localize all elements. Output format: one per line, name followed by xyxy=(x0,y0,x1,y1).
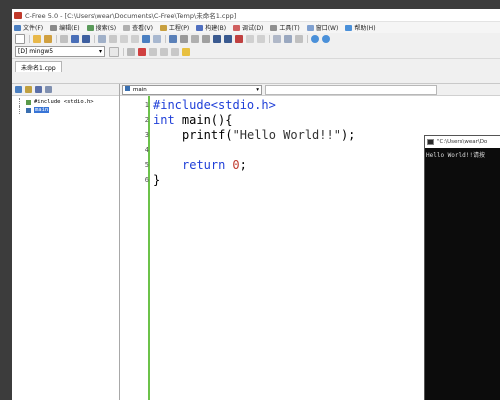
paste-icon[interactable] xyxy=(120,35,128,43)
compiler-options-icon[interactable] xyxy=(109,46,119,57)
build-icon[interactable] xyxy=(160,47,168,56)
open-folder-icon[interactable] xyxy=(33,35,41,43)
find-next-icon[interactable] xyxy=(180,35,188,43)
class-view-icon[interactable] xyxy=(35,86,42,93)
code-line: 4 xyxy=(144,145,149,154)
cut-icon[interactable] xyxy=(60,35,68,43)
console-window[interactable]: "C:\Users\wear\Do Hello World!!请按 xyxy=(424,135,500,400)
stop-icon[interactable] xyxy=(138,47,146,56)
toolbar-divider xyxy=(165,35,166,43)
console-title-bar[interactable]: "C:\Users\wear\Do xyxy=(425,136,500,148)
console-icon xyxy=(427,139,434,145)
menu-build[interactable]: 构建(B) xyxy=(196,23,226,32)
prev-bookmark-icon[interactable] xyxy=(246,35,254,43)
toolbar-divider xyxy=(56,35,57,43)
compile-icon[interactable] xyxy=(149,47,157,56)
bookmark-icon[interactable] xyxy=(224,35,232,43)
toolbar-divider xyxy=(123,47,124,56)
tab-file[interactable]: 未命名1.cpp xyxy=(15,61,62,72)
app-icon xyxy=(14,11,22,19)
search-menu-icon xyxy=(86,24,94,31)
code-line: 1 #include <stdio.h> xyxy=(144,97,276,112)
menu-file[interactable]: 文件(F) xyxy=(14,23,43,32)
delete-icon[interactable] xyxy=(131,35,139,43)
window-menu-icon xyxy=(306,24,314,31)
comment-icon[interactable] xyxy=(295,35,303,43)
menu-debug[interactable]: 调试(D) xyxy=(233,23,263,32)
code-line: 5 return 0; xyxy=(144,157,247,172)
view-menu-icon xyxy=(123,24,131,31)
open-recent-icon[interactable] xyxy=(44,35,52,43)
tools-menu-icon xyxy=(270,24,278,31)
menu-view[interactable]: 查看(V) xyxy=(123,23,153,32)
menu-bar: 文件(F) 编辑(E) 搜索(S) 查看(V) 工程(P) 构建(B) 调试(D… xyxy=(12,22,500,33)
file-tab-bar: 未命名1.cpp xyxy=(12,59,500,72)
function-icon xyxy=(26,107,31,113)
main-toolbar xyxy=(12,33,500,45)
find-icon[interactable] xyxy=(169,35,177,43)
menu-edit[interactable]: 编辑(E) xyxy=(50,23,80,32)
title-bar: C-Free 5.0 - [C:\Users\wear\Documents\C-… xyxy=(12,9,500,22)
code-line: 2 int main(){ xyxy=(144,112,233,127)
toggle-bookmark-icon[interactable] xyxy=(235,35,243,43)
function-icon xyxy=(125,86,130,91)
window-title: C-Free 5.0 - [C:\Users\wear\Documents\C-… xyxy=(25,12,237,20)
build-toolbar: [D] mingw5 ▾ xyxy=(12,45,500,59)
menu-window[interactable]: 窗口(W) xyxy=(306,23,338,32)
undo-icon[interactable] xyxy=(142,35,150,43)
run-icon[interactable] xyxy=(127,47,135,56)
tree-item-include[interactable]: #include <stdio.h> xyxy=(15,98,119,106)
function-select[interactable]: main ▾ xyxy=(122,84,262,95)
outdent-icon[interactable] xyxy=(284,35,292,43)
ide-window: C-Free 5.0 - [C:\Users\wear\Documents\C-… xyxy=(12,9,500,400)
menu-tools[interactable]: 工具(T) xyxy=(270,23,300,32)
sort-icon[interactable] xyxy=(15,86,22,93)
help-icon[interactable] xyxy=(311,35,319,43)
tree-item-main[interactable]: main xyxy=(15,106,119,114)
chevron-down-icon: ▾ xyxy=(256,86,259,93)
indent-icon[interactable] xyxy=(273,35,281,43)
save-icon[interactable] xyxy=(71,35,79,43)
rebuild-icon[interactable] xyxy=(171,47,179,56)
project-menu-icon xyxy=(159,24,167,31)
toolbar-divider xyxy=(269,35,270,43)
debug-icon[interactable] xyxy=(182,47,190,56)
menu-help[interactable]: 帮助(H) xyxy=(345,23,376,32)
compiler-select[interactable]: [D] mingw5 ▾ xyxy=(15,46,105,57)
symbol-tree: #include <stdio.h> main xyxy=(12,96,119,114)
tree-connector xyxy=(19,106,26,114)
about-icon[interactable] xyxy=(322,35,330,43)
menu-project[interactable]: 工程(P) xyxy=(159,23,189,32)
tree-connector xyxy=(19,98,26,106)
member-select[interactable] xyxy=(265,84,437,95)
code-line: 6 } xyxy=(144,172,161,187)
file-menu-icon xyxy=(14,24,21,31)
class-browser-panel: #include <stdio.h> main xyxy=(12,84,120,400)
help-menu-icon xyxy=(345,24,353,31)
new-file-icon[interactable] xyxy=(15,34,25,44)
toolbar-divider xyxy=(29,35,30,43)
toolbar-divider xyxy=(307,35,308,43)
copy-icon[interactable] xyxy=(109,35,117,43)
file-view-icon[interactable] xyxy=(45,86,52,93)
debug-menu-icon xyxy=(233,24,241,31)
font-icon[interactable] xyxy=(213,35,221,43)
build-menu-icon xyxy=(196,24,204,31)
filter-icon[interactable] xyxy=(25,86,32,93)
goto-icon[interactable] xyxy=(202,35,210,43)
replace-icon[interactable] xyxy=(191,35,199,43)
redo-icon[interactable] xyxy=(153,35,161,43)
panel-toolbar xyxy=(12,84,119,96)
print-icon[interactable] xyxy=(98,35,106,43)
chevron-down-icon: ▾ xyxy=(98,48,102,55)
include-icon xyxy=(26,99,31,105)
menu-search[interactable]: 搜索(S) xyxy=(86,23,116,32)
code-line: 3 printf("Hello World!!"); xyxy=(144,127,356,142)
console-output: Hello World!!请按 xyxy=(426,152,485,159)
editor-nav-bar: main ▾ xyxy=(120,84,500,96)
toolbar-divider xyxy=(94,35,95,43)
edit-menu-icon xyxy=(50,24,58,31)
save-all-icon[interactable] xyxy=(82,35,90,43)
next-bookmark-icon[interactable] xyxy=(257,35,265,43)
